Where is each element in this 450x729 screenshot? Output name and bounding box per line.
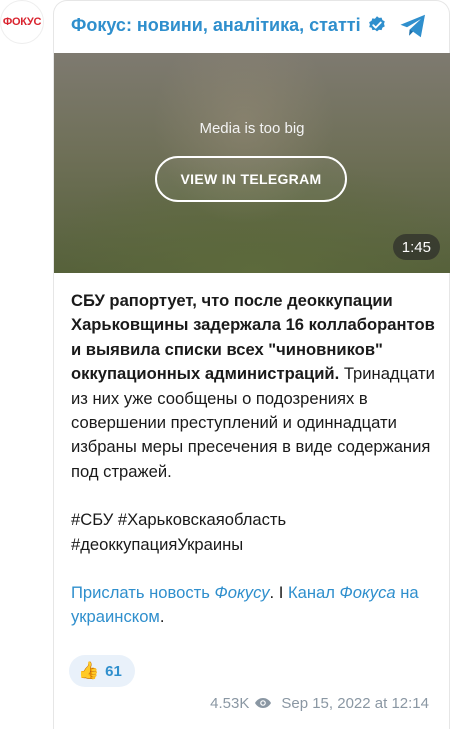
avatar-logo-text: ФОКУС xyxy=(2,16,42,28)
channel-link-italic: Фокуса xyxy=(339,583,396,603)
telegram-plane-icon[interactable] xyxy=(399,13,427,39)
links-separator: . I xyxy=(269,583,288,603)
channel-title[interactable]: Фокус: новини, аналітика, статті xyxy=(71,15,361,36)
views-count: 4.53K xyxy=(210,694,250,712)
media-too-big-message: Media is too big xyxy=(199,120,305,137)
thumbs-up-reaction[interactable]: 👍 61 xyxy=(69,655,135,687)
channel-link-text: Канал xyxy=(287,583,340,603)
links-end-dot: . xyxy=(159,607,165,627)
post-paragraph: СБУ рапортует, что после деоккупации Хар… xyxy=(71,289,441,484)
hashtags-line2[interactable]: #деоккупацияУкраины xyxy=(71,533,441,557)
send-news-link-italic: Фокусу xyxy=(214,583,270,603)
verified-badge-icon xyxy=(368,16,385,32)
thumbs-up-icon: 👍 xyxy=(78,661,100,680)
post-text: СБУ рапортует, что после деоккупации Хар… xyxy=(71,289,441,630)
post-card: Фокус: новини, аналітика, статті Media i… xyxy=(53,0,450,729)
post-meta: 4.53K Sep 15, 2022 at 12:14 xyxy=(210,693,429,713)
eye-icon xyxy=(255,698,272,708)
hashtags-line1[interactable]: #СБУ #Харьковскаяобласть xyxy=(71,508,441,532)
post-header: Фокус: новини, аналітика, статті xyxy=(54,1,449,49)
channel-avatar[interactable]: ФОКУС xyxy=(0,0,44,44)
video-duration-badge: 1:45 xyxy=(392,234,440,260)
send-news-link-text: Прислать новость xyxy=(71,583,215,603)
reaction-count: 61 xyxy=(105,662,122,680)
send-news-link[interactable]: Прислать новость Фокусу xyxy=(71,583,270,602)
video-media[interactable]: Media is too big VIEW IN TELEGRAM 1:45 xyxy=(54,53,450,273)
post-links: Прислать новость Фокусу. I Канал Фокуса … xyxy=(71,581,441,630)
post-date[interactable]: Sep 15, 2022 at 12:14 xyxy=(281,695,429,712)
view-in-telegram-button[interactable]: VIEW IN TELEGRAM xyxy=(155,156,347,202)
